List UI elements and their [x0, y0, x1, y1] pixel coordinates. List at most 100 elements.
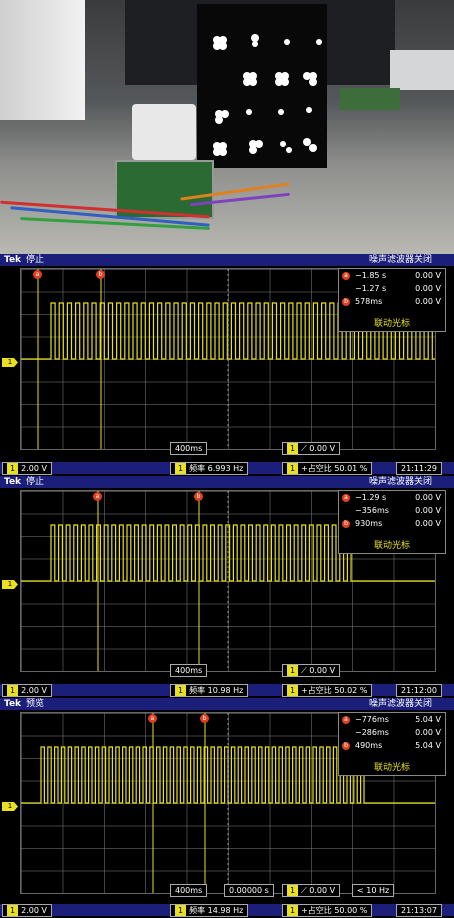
cursor-readout: a −776ms 5.04 V −286ms 0.00 V b 490ms 5.04 V … — [338, 712, 446, 776]
ch1-scale[interactable]: 1 2.00 V — [2, 684, 52, 697]
duty-value: 50.01 % — [334, 464, 368, 473]
delta-icon: b — [342, 742, 350, 750]
ch1-badge: 1 — [175, 463, 187, 474]
cursor-b-icon[interactable]: b — [96, 270, 105, 279]
frequency-value: 14.98 Hz — [207, 906, 244, 915]
delta-time: 930ms — [355, 519, 383, 528]
cursor-b-row: −1.27 s 0.00 V — [339, 282, 445, 295]
cursor-a-volt: 0.00 V — [415, 493, 441, 502]
duty-cycle-measurement: 1 +占空比 50.02 % — [282, 684, 373, 697]
delta-row: b 930ms 0.00 V — [339, 517, 445, 530]
ch1-scale[interactable]: 1 2.00 V — [2, 462, 52, 475]
ch1-badge: 1 — [287, 463, 299, 474]
cursor-b-row: −286ms 0.00 V — [339, 726, 445, 739]
status-bar: Tek 停止 噪声滤波器关闭 — [0, 254, 454, 266]
frequency-label: 频率 — [189, 686, 206, 695]
right-board — [340, 88, 400, 110]
delta-icon: b — [342, 298, 350, 306]
frequency-measurement: 1 频率 14.98 Hz — [170, 904, 249, 917]
trigger-level: 0.00 V — [309, 444, 336, 453]
ch1-badge: 1 — [287, 443, 299, 454]
clock-readout: 21:13:07 — [396, 904, 442, 917]
trigger-position-readout: 0.00000 s — [224, 884, 274, 897]
trigger-level-readout: 1 ⟋ 0.00 V — [282, 442, 341, 455]
frequency-label: 频率 — [189, 464, 206, 473]
delta-volt: 0.00 V — [415, 519, 441, 528]
ch1-badge: 1 — [175, 685, 187, 696]
acquisition-state[interactable]: 停止 — [26, 254, 44, 266]
ch1-scale[interactable]: 1 2.00 V — [2, 904, 52, 917]
duty-value: 50.02 % — [334, 686, 368, 695]
cursor-a-row: a −776ms 5.04 V — [339, 713, 445, 726]
cursor-a-icon: a — [342, 494, 350, 502]
ch1-badge: 1 — [287, 685, 299, 696]
led-panel-icon — [197, 4, 327, 168]
trigger-level: 0.00 V — [309, 886, 336, 895]
ch1-badge: 1 — [7, 463, 19, 474]
delta-time: 490ms — [355, 741, 383, 750]
router-box — [132, 104, 196, 160]
acquisition-state[interactable]: 停止 — [26, 476, 44, 488]
duty-cycle-measurement: 1 +占空比 50.00 % — [282, 904, 373, 917]
cursor-b-volt: 0.00 V — [415, 284, 441, 293]
scope-screen-3: Tek 预览 噪声滤波器关闭 a b 1 a −776ms 5.04 V −286m… — [0, 698, 454, 918]
scope-screen-1: Tek 停止 噪声滤波器关闭 a b 1 a −1.85 s 0.00 V −1.2… — [0, 254, 454, 476]
ch1-badge: 1 — [7, 905, 19, 916]
cursor-a-icon[interactable]: a — [148, 714, 157, 723]
brand-logo: Tek — [4, 699, 22, 709]
ch1-ground-marker-icon[interactable]: 1 — [2, 802, 18, 811]
delta-volt: 5.04 V — [415, 741, 441, 750]
cursor-a-row: a −1.85 s 0.00 V — [339, 269, 445, 282]
keyboard — [390, 50, 454, 90]
cursor-b-icon[interactable]: b — [200, 714, 209, 723]
ch1-badge: 1 — [7, 685, 19, 696]
trigger-level: 0.00 V — [309, 666, 336, 675]
trigger-edge-icon: ⟋ — [301, 666, 307, 675]
clock-readout: 21:11:29 — [396, 462, 442, 475]
trigger-level-readout: 1 ⟋ 0.00 V — [282, 664, 341, 677]
acquisition-state[interactable]: 预览 — [26, 698, 44, 710]
cursor-mode[interactable]: 联动光标 — [339, 316, 445, 329]
cursor-b-volt: 0.00 V — [415, 728, 441, 737]
trigger-frequency-readout: < 10 Hz — [352, 884, 395, 897]
cursor-a-icon[interactable]: a — [33, 270, 42, 279]
ch1-scale-value: 2.00 V — [21, 686, 47, 695]
cursor-a-row: a −1.29 s 0.00 V — [339, 491, 445, 504]
brand-logo: Tek — [4, 255, 22, 265]
cursor-a-icon[interactable]: a — [93, 492, 102, 501]
timebase-readout: 400ms — [170, 442, 208, 455]
timebase-readout: 400ms — [170, 884, 208, 897]
cursor-a-time: −1.85 s — [355, 271, 387, 280]
ch1-ground-marker-icon[interactable]: 1 — [2, 358, 18, 367]
ch1-ground-marker-icon[interactable]: 1 — [2, 580, 18, 589]
trigger-level-readout: 1 ⟋ 0.00 V — [282, 884, 341, 897]
cursor-readout: a −1.85 s 0.00 V −1.27 s 0.00 V b 578ms 0.00 … — [338, 268, 446, 332]
led-grid — [213, 34, 322, 156]
cursor-mode[interactable]: 联动光标 — [339, 538, 445, 551]
trigger-edge-icon: ⟋ — [301, 444, 307, 453]
ch1-scale-value: 2.00 V — [21, 906, 47, 915]
measurement-bar: 1 2.00 V 1 频率 10.98 Hz 1 +占空比 50.02 % 21:12… — [0, 684, 454, 697]
cursor-b-volt: 0.00 V — [415, 506, 441, 515]
cursor-b-icon[interactable]: b — [194, 492, 203, 501]
frequency-value: 6.993 Hz — [207, 464, 244, 473]
measurement-bar: 1 2.00 V 1 频率 14.98 Hz 1 +占空比 50.00 % 21:13… — [0, 904, 454, 917]
ch1-badge: 1 — [287, 665, 299, 676]
cursor-mode[interactable]: 联动光标 — [339, 760, 445, 773]
brand-logo: Tek — [4, 477, 22, 487]
trigger-edge-icon: ⟋ — [301, 886, 307, 895]
noise-filter-status: 噪声滤波器关闭 — [368, 699, 432, 709]
storage-box — [0, 0, 85, 120]
status-bar: Tek 预览 噪声滤波器关闭 — [0, 698, 454, 710]
duty-label: +占空比 — [301, 686, 332, 695]
ch1-badge: 1 — [175, 905, 187, 916]
duty-label: +占空比 — [301, 464, 332, 473]
cursor-a-volt: 0.00 V — [415, 271, 441, 280]
delta-icon: b — [342, 520, 350, 528]
cursor-readout: a −1.29 s 0.00 V −356ms 0.00 V b 930ms 0.00 V… — [338, 490, 446, 554]
cursor-a-icon: a — [342, 716, 350, 724]
noise-filter-status: 噪声滤波器关闭 — [368, 255, 432, 265]
noise-filter-status: 噪声滤波器关闭 — [368, 477, 432, 487]
cursor-a-icon: a — [342, 272, 350, 280]
frequency-measurement: 1 频率 6.993 Hz — [170, 462, 249, 475]
